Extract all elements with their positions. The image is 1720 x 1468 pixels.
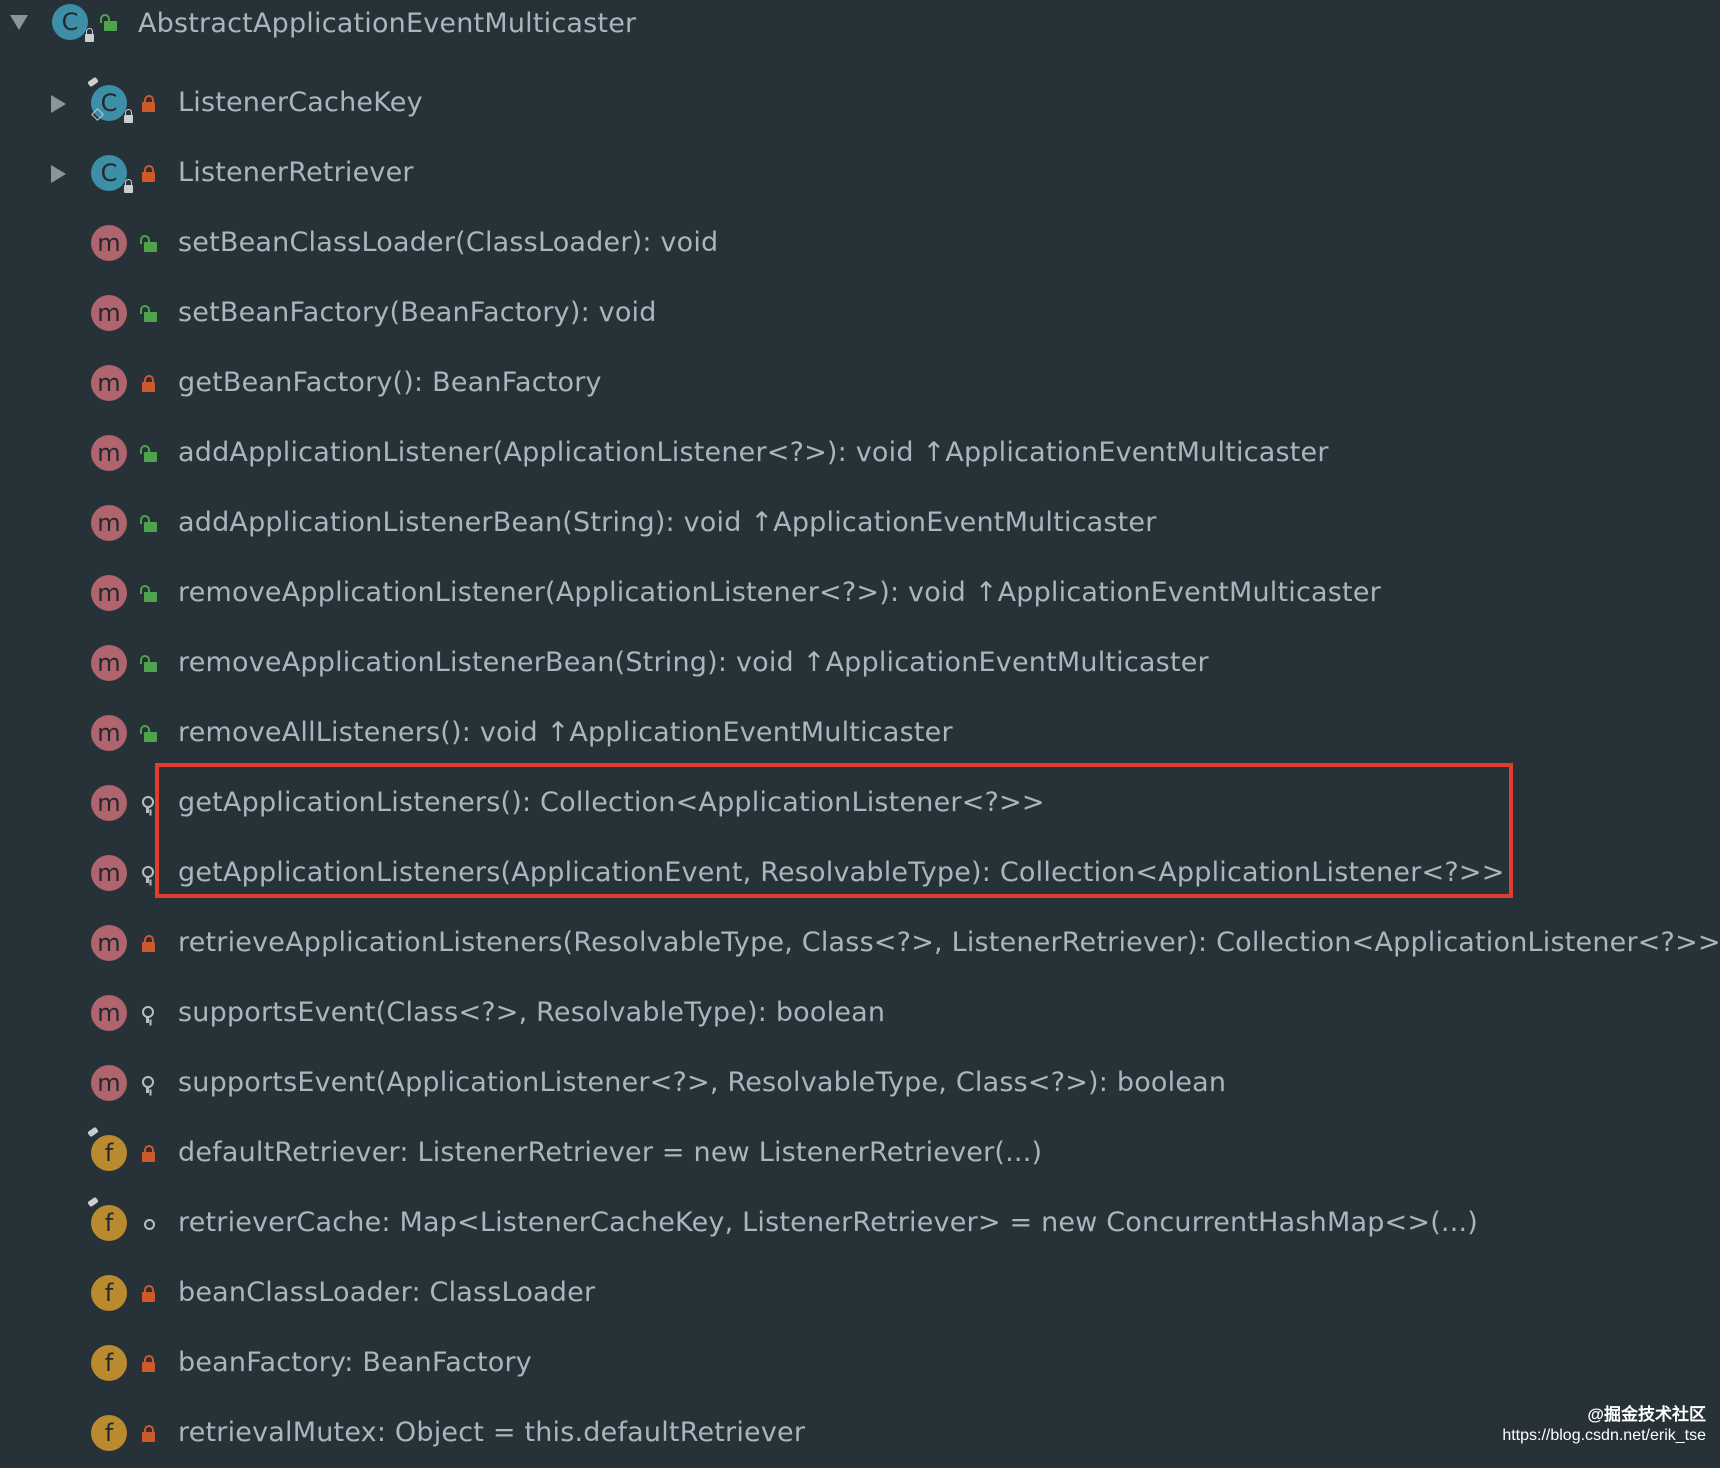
- tree-node-label: AbstractApplicationEventMulticaster: [138, 8, 637, 39]
- private-lock-icon: [140, 165, 156, 182]
- public-lock-icon: [140, 445, 157, 462]
- method-icon: m: [91, 505, 127, 541]
- tree-node-label: setBeanClassLoader(ClassLoader): void: [178, 227, 719, 258]
- private-lock-icon: [140, 95, 156, 112]
- structure-tree: C AbstractApplicationEventMulticaster C …: [0, 0, 1720, 1468]
- tree-node-field[interactable]: f beanClassLoader: ClassLoader: [0, 1258, 1720, 1328]
- tree-node-method[interactable]: m getBeanFactory(): BeanFactory: [0, 348, 1720, 418]
- private-lock-icon: [140, 1285, 156, 1302]
- tree-node-label: defaultRetriever: ListenerRetriever = ne…: [178, 1137, 1043, 1168]
- tree-node-label: supportsEvent(ApplicationListener<?>, Re…: [178, 1067, 1227, 1098]
- public-lock-icon: [140, 585, 157, 602]
- class-icon: C: [52, 4, 94, 42]
- tree-node-method[interactable]: m retrieveApplicationListeners(Resolvabl…: [0, 908, 1720, 978]
- class-icon: C: [91, 155, 133, 193]
- method-icon: m: [91, 925, 127, 961]
- class-icon: C: [87, 76, 133, 123]
- private-lock-icon: [140, 375, 156, 392]
- private-lock-icon: [140, 1355, 156, 1372]
- method-icon: m: [91, 785, 127, 821]
- tree-node-inner-class[interactable]: C ListenerRetriever: [0, 138, 1720, 208]
- tree-node-label: beanClassLoader: ClassLoader: [178, 1277, 596, 1308]
- tree-node-method[interactable]: m supportsEvent(Class<?>, ResolvableType…: [0, 978, 1720, 1048]
- field-icon: f: [87, 1126, 127, 1171]
- tree-node-field[interactable]: f defaultRetriever: ListenerRetriever = …: [0, 1118, 1720, 1188]
- method-icon: m: [91, 225, 127, 261]
- tree-node-label: getBeanFactory(): BeanFactory: [178, 367, 602, 398]
- field-icon: f: [91, 1345, 127, 1381]
- private-lock-icon: [140, 1425, 156, 1442]
- protected-key-icon: [140, 865, 156, 883]
- tree-node-label: addApplicationListener(ApplicationListen…: [178, 437, 1329, 468]
- watermark: @掘金技术社区 https://blog.csdn.net/erik_tse: [1502, 1404, 1706, 1446]
- tree-node-method[interactable]: m removeApplicationListenerBean(String):…: [0, 628, 1720, 698]
- tree-node-method[interactable]: m removeApplicationListener(ApplicationL…: [0, 558, 1720, 628]
- private-lock-icon: [140, 935, 156, 952]
- tree-node-label: ListenerRetriever: [178, 157, 414, 188]
- tree-node-field[interactable]: f retrieverCache: Map<ListenerCacheKey, …: [0, 1188, 1720, 1258]
- tree-node-label: ListenerCacheKey: [178, 87, 423, 118]
- tree-node-label: addApplicationListenerBean(String): void…: [178, 507, 1157, 538]
- field-icon: f: [91, 1415, 127, 1451]
- tree-node-label: setBeanFactory(BeanFactory): void: [178, 297, 657, 328]
- method-icon: m: [91, 1065, 127, 1101]
- method-icon: m: [91, 855, 127, 891]
- method-icon: m: [91, 645, 127, 681]
- expand-arrow-right-icon[interactable]: [51, 165, 66, 183]
- method-icon: m: [91, 995, 127, 1031]
- tree-node-label: removeApplicationListenerBean(String): v…: [178, 647, 1209, 678]
- method-icon: m: [91, 435, 127, 471]
- field-icon: f: [87, 1196, 127, 1241]
- tree-node-label: removeApplicationListener(ApplicationLis…: [178, 577, 1381, 608]
- protected-key-icon: [140, 1005, 156, 1023]
- tree-node-inner-class[interactable]: C ListenerCacheKey: [0, 68, 1720, 138]
- public-lock-icon: [140, 515, 157, 532]
- tree-node-label: retrieverCache: Map<ListenerCacheKey, Li…: [178, 1207, 1479, 1238]
- tree-node-label: retrieveApplicationListeners(ResolvableT…: [178, 927, 1720, 958]
- tree-node-field[interactable]: f retrievalMutex: Object = this.defaultR…: [0, 1398, 1720, 1468]
- method-icon: m: [91, 575, 127, 611]
- method-icon: m: [91, 295, 127, 331]
- public-lock-icon: [140, 305, 157, 322]
- private-lock-icon: [140, 1145, 156, 1162]
- tree-node-method[interactable]: m setBeanFactory(BeanFactory): void: [0, 278, 1720, 348]
- protected-key-icon: [140, 795, 156, 813]
- public-lock-icon: [100, 14, 117, 31]
- protected-key-icon: [140, 1075, 156, 1093]
- field-icon: f: [91, 1275, 127, 1311]
- tree-node-method[interactable]: m removeAllListeners(): void ↑Applicatio…: [0, 698, 1720, 768]
- tree-node-label: retrievalMutex: Object = this.defaultRet…: [178, 1417, 806, 1448]
- public-lock-icon: [140, 725, 157, 742]
- expand-arrow-right-icon[interactable]: [51, 95, 66, 113]
- method-icon: m: [91, 365, 127, 401]
- tree-node-label: beanFactory: BeanFactory: [178, 1347, 532, 1378]
- highlight-annotation-box: [155, 763, 1513, 898]
- public-lock-icon: [140, 235, 157, 252]
- tree-node-method[interactable]: m supportsEvent(ApplicationListener<?>, …: [0, 1048, 1720, 1118]
- method-icon: m: [91, 715, 127, 751]
- tree-node-field[interactable]: f beanFactory: BeanFactory: [0, 1328, 1720, 1398]
- package-private-dot-icon: [140, 1215, 156, 1232]
- expand-arrow-down-icon[interactable]: [10, 15, 28, 30]
- tree-node-method[interactable]: m addApplicationListener(ApplicationList…: [0, 418, 1720, 488]
- tree-node-label: supportsEvent(Class<?>, ResolvableType):…: [178, 997, 886, 1028]
- tree-node-method[interactable]: m addApplicationListenerBean(String): vo…: [0, 488, 1720, 558]
- public-lock-icon: [140, 655, 157, 672]
- tree-node-root-class[interactable]: C AbstractApplicationEventMulticaster: [0, 0, 1720, 48]
- tree-node-label: removeAllListeners(): void ↑ApplicationE…: [178, 717, 953, 748]
- watermark-top: @掘金技术社区: [1587, 1405, 1706, 1424]
- tree-node-method[interactable]: m setBeanClassLoader(ClassLoader): void: [0, 208, 1720, 278]
- watermark-url: https://blog.csdn.net/erik_tse: [1502, 1427, 1706, 1444]
